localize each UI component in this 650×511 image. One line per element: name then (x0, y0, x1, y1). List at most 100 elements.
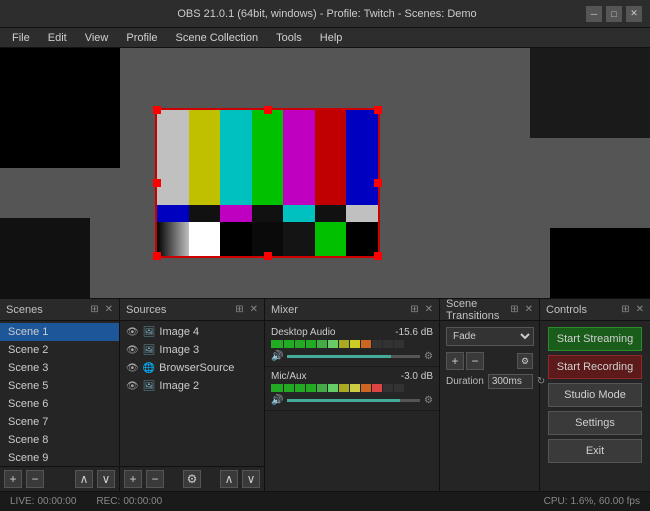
start-streaming-button[interactable]: Start Streaming (548, 327, 642, 351)
preview-black-bl (0, 218, 90, 298)
sources-remove-button[interactable]: − (146, 470, 164, 488)
live-status: LIVE: 00:00:00 (10, 496, 76, 507)
mixer-panel-header: Mixer ⊞ ✕ (265, 299, 439, 321)
scenes-icon2[interactable]: ✕ (105, 304, 113, 315)
bar-m4 (252, 205, 284, 223)
scene-item-7[interactable]: Scene 9 (0, 449, 119, 466)
mic-aux-controls: 🔊 ⚙ (271, 395, 433, 406)
mixer-icon1[interactable]: ⊞ (410, 304, 418, 315)
desktop-settings-icon[interactable]: ⚙ (424, 351, 433, 362)
scene-item-6[interactable]: Scene 8 (0, 431, 119, 449)
scene-item-5[interactable]: Scene 7 (0, 413, 119, 431)
transitions-icon1[interactable]: ⊞ (510, 304, 518, 315)
source-item-1[interactable]: 👁🖼Image 3 (120, 341, 264, 359)
desktop-audio-header: Desktop Audio -15.6 dB (271, 327, 433, 338)
transition-type-select[interactable]: Fade Cut Swipe (446, 327, 534, 346)
preview-black-tl (0, 48, 120, 168)
src-type-icon-3: 🖼 (143, 381, 156, 392)
bars-bottom (157, 222, 378, 256)
sources-panel: Sources ⊞ ✕ 👁🖼Image 4👁🖼Image 3👁🌐BrowserS… (120, 299, 265, 491)
menu-item-tools[interactable]: Tools (268, 30, 310, 46)
scenes-icon1[interactable]: ⊞ (90, 304, 98, 315)
menu-item-profile[interactable]: Profile (118, 30, 165, 46)
handle-bm[interactable] (264, 252, 272, 260)
desktop-audio-controls: 🔊 ⚙ (271, 351, 433, 362)
duration-input[interactable] (488, 374, 533, 389)
menu-item-file[interactable]: File (4, 30, 38, 46)
menu-item-help[interactable]: Help (312, 30, 351, 46)
eye-icon-3[interactable]: 👁 (126, 381, 139, 392)
controls-panel: Controls ⊞ ✕ Start Streaming Start Recor… (540, 299, 650, 491)
menu-item-view[interactable]: View (77, 30, 117, 46)
minimize-button[interactable]: ─ (586, 6, 602, 22)
desktop-audio-track: Desktop Audio -15.6 dB (265, 323, 439, 367)
source-item-2[interactable]: 👁🌐BrowserSource (120, 359, 264, 377)
scene-item-0[interactable]: Scene 1 (0, 323, 119, 341)
controls-icon2[interactable]: ✕ (636, 304, 644, 315)
scene-item-4[interactable]: Scene 6 (0, 395, 119, 413)
handle-tl[interactable] (153, 106, 161, 114)
handle-mr[interactable] (374, 179, 382, 187)
bar-cyan (220, 110, 252, 205)
rec-label: REC: (96, 496, 120, 507)
maximize-button[interactable]: □ (606, 6, 622, 22)
settings-button[interactable]: Settings (548, 411, 642, 435)
handle-tr[interactable] (374, 106, 382, 114)
desktop-audio-db: -15.6 dB (395, 327, 433, 338)
duration-row: Duration ↻ (446, 374, 533, 389)
eye-icon-1[interactable]: 👁 (126, 345, 139, 356)
scenes-panel: Scenes ⊞ ✕ Scene 1Scene 2Scene 3Scene 5S… (0, 299, 120, 491)
mixer-icon2[interactable]: ✕ (425, 304, 433, 315)
sources-settings-button[interactable]: ⚙ (183, 470, 201, 488)
mic-volume-slider[interactable] (287, 399, 420, 402)
close-button[interactable]: ✕ (626, 6, 642, 22)
transitions-icon2[interactable]: ✕ (525, 304, 533, 315)
scenes-add-button[interactable]: + (4, 470, 22, 488)
sources-icon1[interactable]: ⊞ (235, 304, 243, 315)
desktop-volume-slider[interactable] (287, 355, 420, 358)
sources-icon2[interactable]: ✕ (250, 304, 258, 315)
menu-item-scene collection[interactable]: Scene Collection (168, 30, 267, 46)
window-controls: ─ □ ✕ (586, 6, 642, 22)
handle-tm[interactable] (264, 106, 272, 114)
start-recording-button[interactable]: Start Recording (548, 355, 642, 379)
mic-settings-icon[interactable]: ⚙ (424, 395, 433, 406)
handle-bl[interactable] (153, 252, 161, 260)
scenes-up-button[interactable]: ∧ (75, 470, 93, 488)
eye-icon-2[interactable]: 👁 (126, 363, 139, 374)
scene-item-2[interactable]: Scene 3 (0, 359, 119, 377)
source-item-3[interactable]: 👁🖼Image 2 (120, 377, 264, 395)
scene-item-3[interactable]: Scene 5 (0, 377, 119, 395)
menu-item-edit[interactable]: Edit (40, 30, 75, 46)
handle-ml[interactable] (153, 179, 161, 187)
controls-icon1[interactable]: ⊞ (621, 304, 629, 315)
rec-status: REC: 00:00:00 (96, 496, 162, 507)
exit-button[interactable]: Exit (548, 439, 642, 463)
controls-content: Start Streaming Start Recording Studio M… (540, 321, 650, 469)
desktop-mute-icon[interactable]: 🔊 (271, 351, 283, 362)
sources-up-button[interactable]: ∧ (220, 470, 238, 488)
sources-down-button[interactable]: ∨ (242, 470, 260, 488)
mixer-panel: Mixer ⊞ ✕ Desktop Audio -15.6 dB (265, 299, 440, 491)
scenes-remove-button[interactable]: − (26, 470, 44, 488)
sources-panel-header: Sources ⊞ ✕ (120, 299, 264, 321)
studio-mode-button[interactable]: Studio Mode (548, 383, 642, 407)
transitions-add-button[interactable]: + (446, 352, 464, 370)
transitions-remove-button[interactable]: − (466, 352, 484, 370)
source-item-0[interactable]: 👁🖼Image 4 (120, 323, 264, 341)
transitions-settings-icon[interactable]: ⚙ (517, 353, 533, 369)
bar-b4 (252, 222, 284, 256)
controls-title: Controls (546, 304, 587, 316)
eye-icon-0[interactable]: 👁 (126, 327, 139, 338)
src-type-icon-2: 🌐 (143, 363, 155, 374)
handle-br[interactable] (374, 252, 382, 260)
transitions-content: Fade Cut Swipe + − ⚙ Duration ↻ (440, 321, 539, 395)
bar-b1 (157, 222, 189, 256)
mic-mute-icon[interactable]: 🔊 (271, 395, 283, 406)
sources-header-icons: ⊞ ✕ (235, 304, 258, 315)
sources-add-button[interactable]: + (124, 470, 142, 488)
scene-item-1[interactable]: Scene 2 (0, 341, 119, 359)
scenes-down-button[interactable]: ∨ (97, 470, 115, 488)
bar-m1 (157, 205, 189, 223)
mic-aux-name: Mic/Aux (271, 371, 307, 382)
